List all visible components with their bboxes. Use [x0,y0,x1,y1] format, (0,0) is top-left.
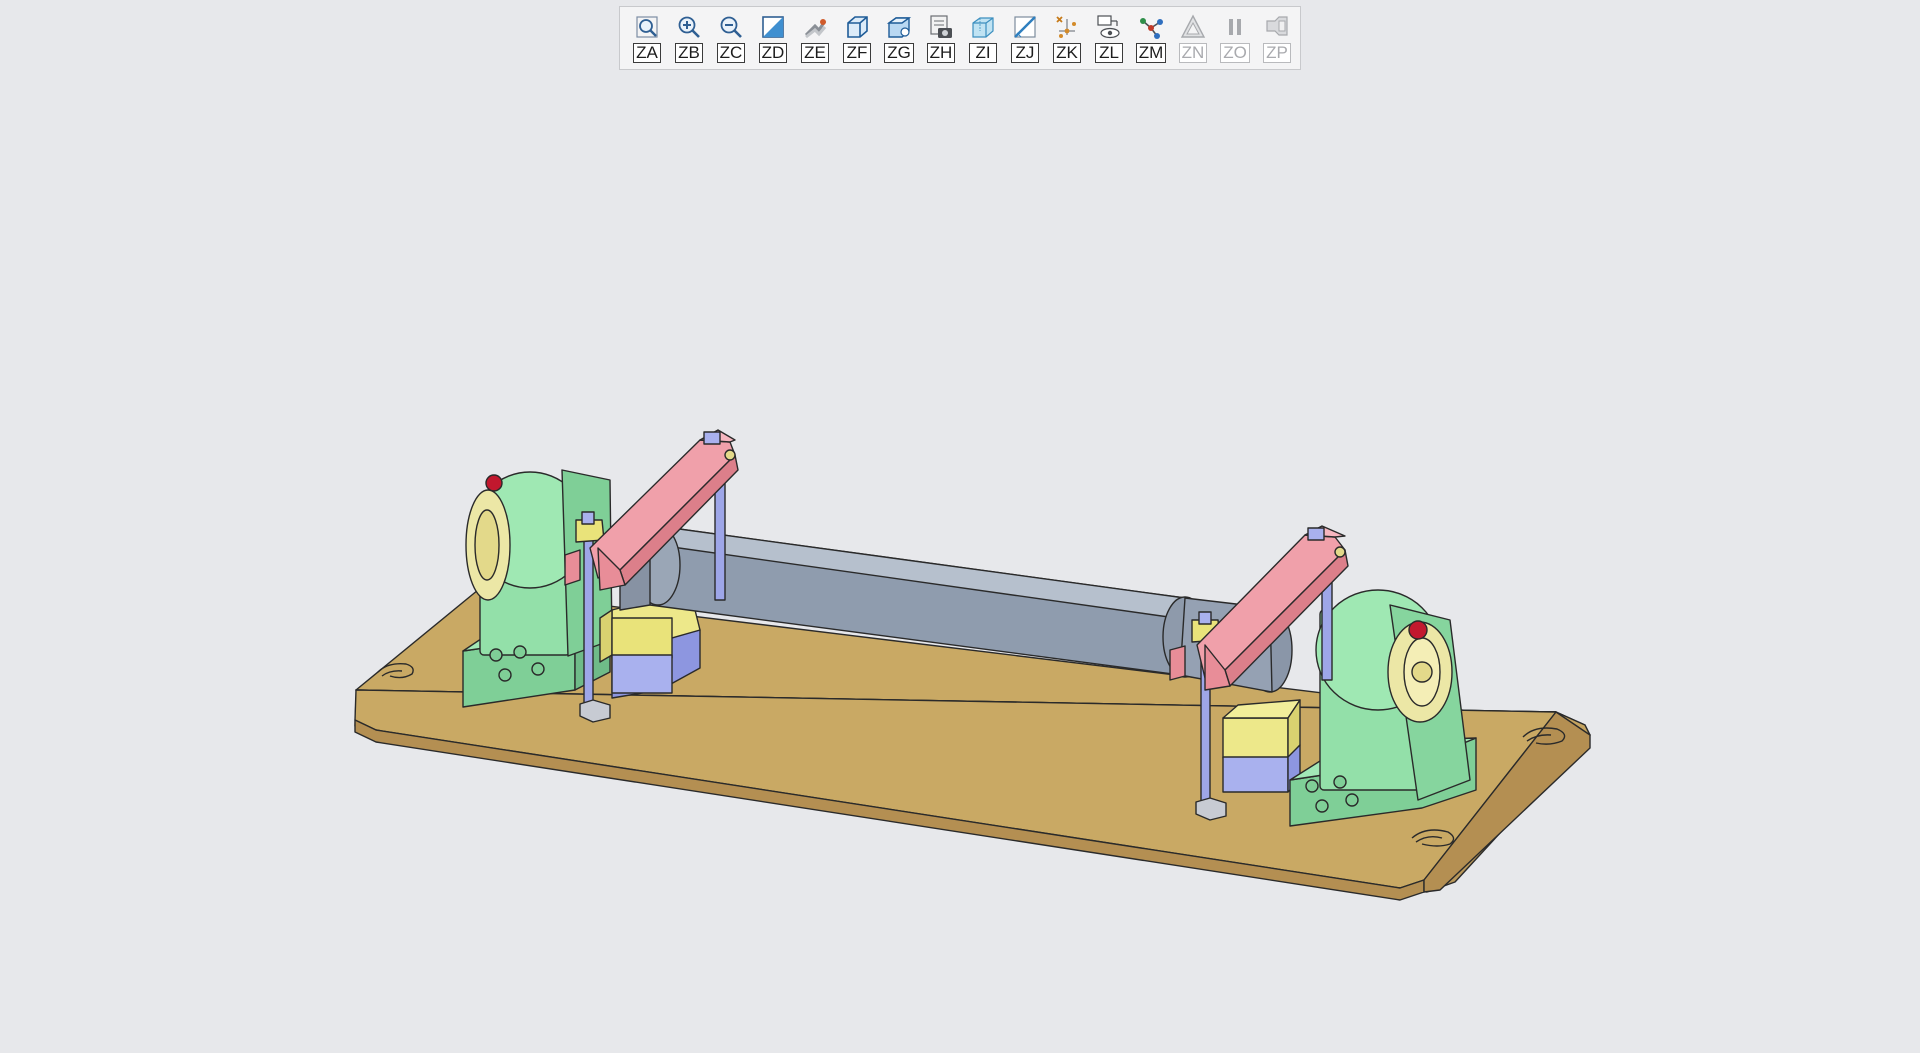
3d-viewport[interactable]: ZA ZB ZC ZD ZE ZF ZG ZH ZI ZJ ZK ZL ZM Z… [0,0,1920,1053]
right-support-block [1222,699,1301,793]
fixture-assembly-model [354,429,1591,901]
